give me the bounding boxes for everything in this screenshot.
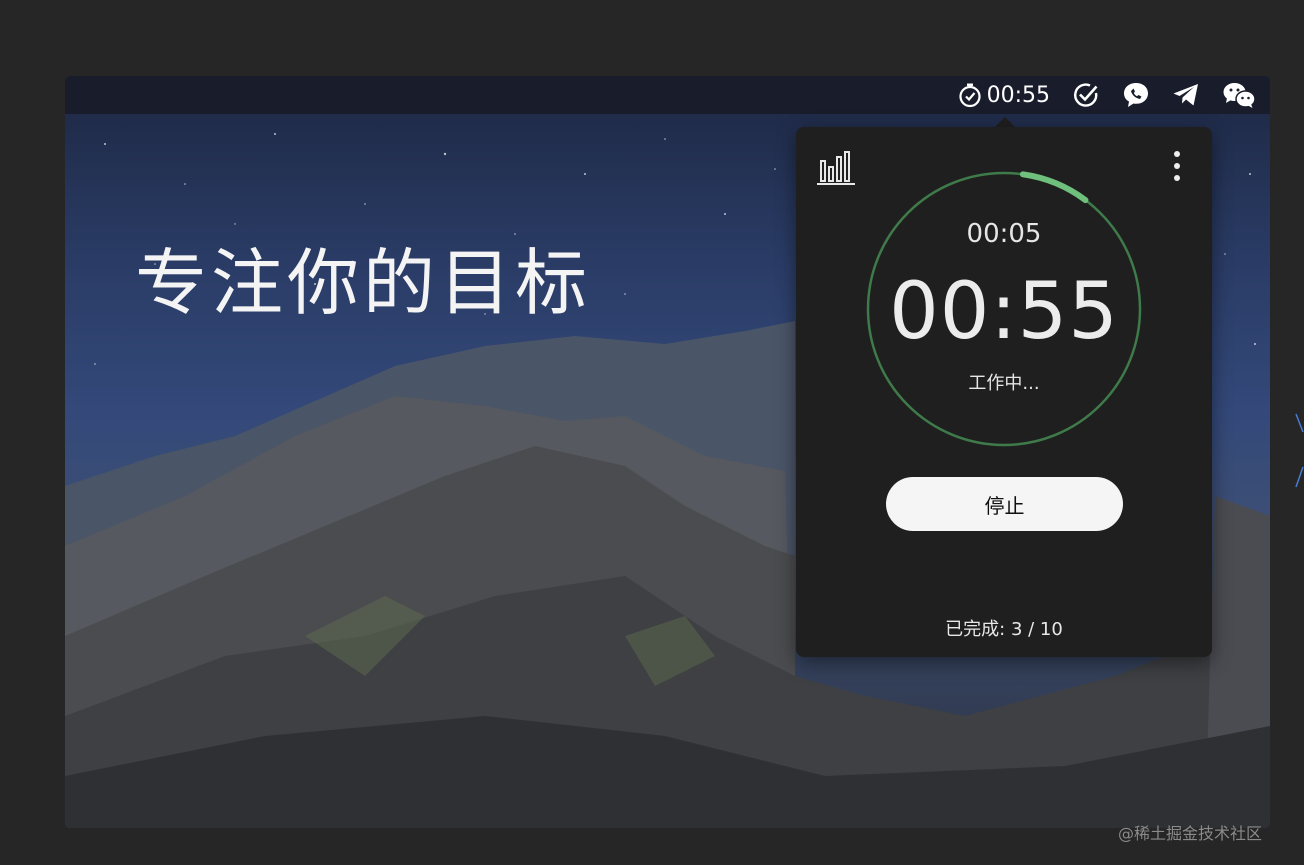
menubar-timer[interactable]: 00:55 <box>957 82 1050 108</box>
timer-status: 工作中... <box>968 373 1040 394</box>
watermark: @稀土掘金技术社区 <box>1118 824 1263 843</box>
menubar-timer-text: 00:55 <box>986 82 1050 108</box>
completed-count: 已完成: 3 / 10 <box>945 619 1063 640</box>
headline: 专注你的目标 <box>135 241 592 325</box>
chat-bubble-icon[interactable] <box>1122 81 1150 109</box>
pomodoro-popup: 00:05 00:55 工作中... 停止 已完成: 3 / 10 <box>796 127 1212 657</box>
menu-bar: 00:55 <box>65 76 1270 114</box>
elapsed-time: 00:05 <box>966 219 1042 249</box>
more-vertical-icon[interactable] <box>1172 149 1182 187</box>
check-circle-icon[interactable] <box>1072 81 1100 109</box>
wechat-icon[interactable] <box>1222 81 1256 109</box>
edge-arrow <box>1294 412 1304 492</box>
stopwatch-icon <box>957 82 983 108</box>
popup-arrow <box>995 117 1015 127</box>
bar-chart-icon[interactable] <box>816 149 856 191</box>
telegram-icon[interactable] <box>1172 82 1200 108</box>
remaining-time: 00:55 <box>889 267 1119 357</box>
stop-button[interactable]: 停止 <box>886 477 1123 531</box>
